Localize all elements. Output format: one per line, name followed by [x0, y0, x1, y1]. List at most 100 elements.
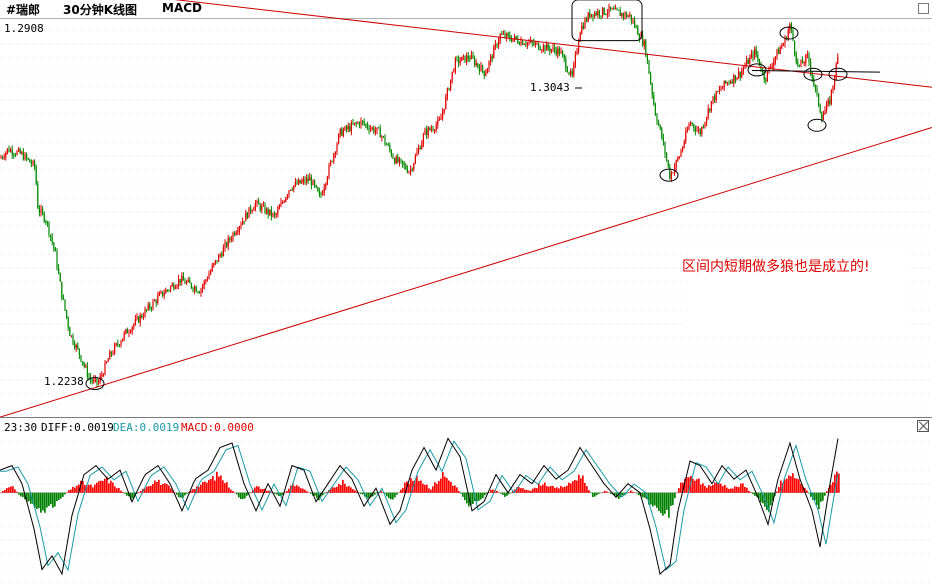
candle-body — [18, 149, 20, 152]
macd-histogram-bar — [46, 492, 48, 508]
candle-body — [434, 130, 436, 131]
candle-body — [538, 42, 540, 50]
macd-histogram-bar — [166, 484, 168, 493]
candle-body — [510, 39, 512, 42]
macd-histogram-bar — [184, 492, 186, 496]
candle-body — [357, 122, 359, 124]
candle-body — [130, 331, 132, 333]
macd-histogram-bar — [10, 486, 12, 493]
macd-histogram-bar — [654, 492, 656, 506]
candle-body — [611, 8, 613, 10]
candle-body — [544, 45, 546, 51]
macd-histogram-bar — [770, 492, 772, 506]
macd-histogram-bar — [704, 485, 706, 493]
macd-histogram-bar — [432, 486, 434, 493]
macd-histogram-bar — [438, 480, 440, 493]
macd-histogram-bar — [116, 488, 118, 493]
candle-body — [366, 124, 368, 128]
candle-body — [251, 210, 253, 212]
candle-body — [27, 158, 29, 160]
candle-body — [824, 110, 826, 115]
candle-body — [134, 318, 136, 325]
pattern-ellipse — [747, 63, 767, 77]
macd-histogram-bar — [564, 486, 566, 493]
macd-histogram-bar — [108, 483, 110, 493]
macd-histogram-bar — [786, 478, 788, 493]
macd-histogram-bar — [822, 492, 824, 501]
candle-body — [547, 44, 549, 49]
candle-body — [339, 128, 341, 135]
macd-histogram-bar — [220, 475, 222, 493]
macd-histogram-bar — [122, 491, 124, 493]
candle-body — [563, 54, 565, 59]
macd-histogram-bar — [20, 492, 22, 497]
candle-body — [613, 8, 615, 10]
candle-body — [477, 63, 479, 67]
macd-histogram-bar — [610, 492, 612, 494]
macd-histogram-bar — [138, 492, 140, 493]
candle-body — [192, 287, 194, 291]
macd-histogram-bar — [346, 486, 348, 493]
candle-body — [350, 122, 352, 132]
macd-histogram-bar — [48, 492, 50, 507]
candle-body — [808, 54, 810, 62]
diff-value: 0.0019 — [74, 421, 114, 434]
macd-histogram-bar — [374, 492, 376, 495]
candle-body — [570, 71, 572, 75]
candle-body — [750, 53, 752, 58]
macd-histogram-bar — [776, 491, 778, 493]
candle-body — [752, 53, 754, 58]
macd-histogram-bar — [590, 492, 592, 494]
candle-body — [494, 43, 496, 47]
macd-histogram-bar — [526, 489, 528, 493]
macd-histogram-bar — [424, 484, 426, 493]
candle-body — [149, 304, 151, 309]
candle-body — [621, 13, 623, 16]
candle-body — [46, 221, 48, 223]
macd-histogram-bar — [352, 489, 354, 493]
macd-histogram-bar — [778, 487, 780, 493]
macd-histogram-bar — [304, 489, 306, 493]
macd-histogram-bar — [500, 492, 502, 494]
candle-body — [738, 71, 740, 78]
candle-body — [125, 329, 127, 333]
macd-histogram-bar — [386, 492, 388, 497]
candle-body — [200, 289, 202, 294]
candle-body — [771, 66, 773, 68]
macd-histogram-bar — [694, 480, 696, 493]
macd-histogram-bar — [826, 491, 828, 493]
candle-body — [269, 209, 271, 215]
candle-body — [227, 238, 229, 247]
candle-body — [120, 341, 122, 346]
macd-histogram-bar — [112, 482, 114, 493]
candle-body — [715, 91, 717, 101]
candle-body — [776, 49, 778, 57]
candle-body — [254, 203, 256, 209]
candle-body — [290, 189, 292, 191]
candle-body — [573, 63, 575, 76]
candle-body — [136, 316, 138, 319]
candle-body — [464, 55, 466, 63]
candle-body — [235, 232, 237, 235]
candle-body — [507, 33, 509, 36]
candle-body — [166, 289, 168, 291]
candle-body — [709, 108, 711, 111]
candle-body — [334, 152, 336, 154]
macd-histogram-bar — [656, 492, 658, 508]
candle-body — [333, 153, 335, 162]
macd-histogram-bar — [706, 487, 708, 493]
macd-histogram-bar — [522, 488, 524, 493]
candle-body — [258, 200, 260, 205]
candle-body — [749, 57, 751, 64]
macd-panel-close-icon[interactable] — [917, 420, 929, 432]
candle-body — [352, 122, 354, 125]
macd-histogram-bar — [808, 492, 810, 494]
macd-histogram-bar — [154, 480, 156, 493]
candle-body — [701, 127, 703, 135]
macd-time-label: 23:30 — [4, 421, 38, 434]
candle-body — [198, 292, 200, 294]
macd-histogram-bar — [288, 488, 290, 493]
candle-body — [654, 104, 656, 116]
candle-body — [482, 65, 484, 71]
candle-body — [21, 152, 23, 154]
